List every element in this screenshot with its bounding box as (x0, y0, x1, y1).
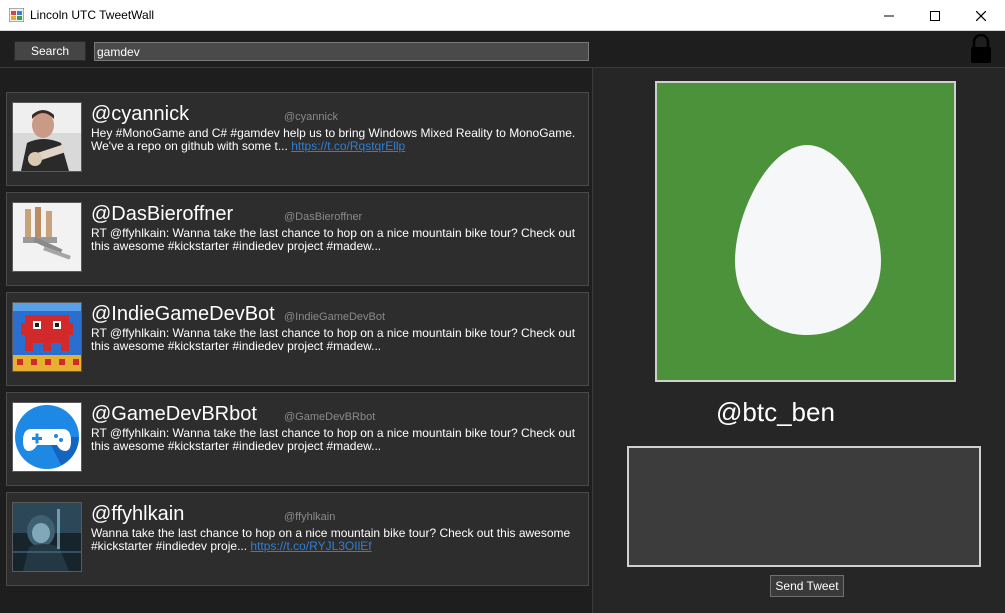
avatar (12, 402, 82, 472)
avatar (12, 102, 82, 172)
tweet-list[interactable]: @cyannick @cyannick Hey #MonoGame and C#… (0, 68, 592, 613)
tweet-handle: @cyannick (284, 111, 338, 123)
tweet-body: RT @ffyhlkain: Wanna take the last chanc… (91, 426, 576, 453)
toolbar: Search (0, 31, 1005, 68)
tweet-card[interactable]: @ffyhlkain @ffyhlkain Wanna take the las… (6, 492, 589, 586)
minimize-button[interactable] (866, 0, 912, 31)
close-icon (976, 10, 986, 21)
tweet-card[interactable]: @DasBieroffner @DasBieroffner RT @ffyhlk… (6, 192, 589, 286)
tweet-handle: @GameDevBRbot (284, 411, 376, 423)
close-button[interactable] (958, 0, 1004, 31)
tweet-card[interactable]: @GameDevBRbot @GameDevBRbot RT @ffyhlkai… (6, 392, 589, 486)
avatar (12, 502, 82, 572)
tweet-display-name: @GameDevBRbot (91, 403, 257, 425)
tweet-link[interactable]: https://t.co/RqstqrEllp (291, 139, 405, 153)
title-bar: Lincoln UTC TweetWall (0, 0, 1005, 31)
tweet-body: RT @ffyhlkain: Wanna take the last chanc… (91, 326, 576, 353)
tweet-handle: @IndieGameDevBot (284, 311, 386, 323)
window-title: Lincoln UTC TweetWall (30, 8, 155, 22)
tweet-handle: @ffyhlkain (284, 511, 336, 523)
tweet-text: Wanna take the last chance to hop on a n… (91, 527, 583, 553)
egg-icon (735, 145, 881, 335)
search-button[interactable]: Search (14, 41, 86, 61)
send-tweet-button[interactable]: Send Tweet (770, 575, 844, 597)
minimize-icon (884, 15, 894, 16)
tweet-text: RT @ffyhlkain: Wanna take the last chanc… (91, 427, 583, 453)
tweet-card[interactable]: @cyannick @cyannick Hey #MonoGame and C#… (6, 92, 589, 186)
compose-panel: @btc_ben Send Tweet (592, 68, 1005, 613)
tweet-text: Hey #MonoGame and C# #gamdev help us to … (91, 127, 583, 153)
profile-avatar (655, 81, 956, 382)
search-input[interactable] (94, 42, 589, 61)
tweet-link[interactable]: https://t.co/RYJL3OIlEf (250, 539, 371, 553)
maximize-icon (930, 10, 940, 21)
app-icon (9, 8, 24, 22)
avatar (12, 302, 82, 372)
tweet-display-name: @IndieGameDevBot (91, 303, 275, 325)
tweet-card[interactable]: @IndieGameDevBot @IndieGameDevBot RT @ff… (6, 292, 589, 386)
tweet-display-name: @DasBieroffner (91, 203, 234, 225)
avatar (12, 202, 82, 272)
lock-icon[interactable] (969, 34, 993, 64)
tweet-handle: @DasBieroffner (284, 211, 363, 223)
tweet-text: RT @ffyhlkain: Wanna take the last chanc… (91, 227, 583, 253)
tweet-body: RT @ffyhlkain: Wanna take the last chanc… (91, 226, 576, 253)
maximize-button[interactable] (912, 0, 958, 31)
tweet-compose-input[interactable] (627, 446, 981, 567)
tweet-text: RT @ffyhlkain: Wanna take the last chanc… (91, 327, 583, 353)
profile-username: @btc_ben (716, 397, 835, 427)
tweet-display-name: @cyannick (91, 103, 190, 125)
tweet-display-name: @ffyhlkain (91, 503, 185, 525)
